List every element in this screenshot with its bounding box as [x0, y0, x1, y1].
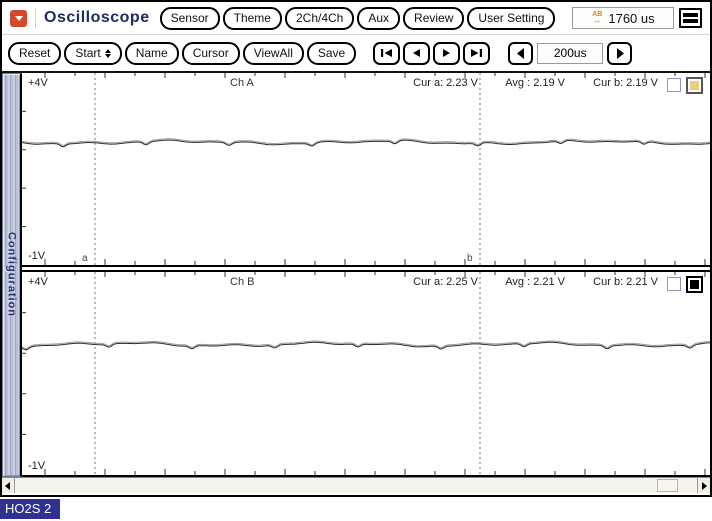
theme-button[interactable]: Theme — [223, 7, 282, 30]
step-forward-icon[interactable] — [433, 42, 460, 65]
channel-a-panel: +4V -1V Ch A Cur a: 2.23 V Avg : 2.19 V … — [22, 73, 710, 267]
timebase-value: 200us — [537, 43, 603, 64]
skip-start-icon[interactable] — [373, 42, 400, 65]
cursor-b-reading: Cur b: 2.19 V — [593, 77, 658, 89]
timebase-prev-icon[interactable] — [508, 42, 533, 65]
avg-reading: Avg : 2.19 V — [505, 77, 565, 89]
timebase-next-icon[interactable] — [607, 42, 632, 65]
viewall-button[interactable]: ViewAll — [243, 42, 304, 65]
y-min-label: -1V — [28, 250, 45, 262]
start-button[interactable]: Start — [64, 42, 121, 65]
scrollbar-track[interactable] — [15, 478, 697, 493]
channel-b-visibility-checkbox[interactable] — [667, 277, 681, 291]
user-setting-button[interactable]: User Setting — [467, 7, 555, 30]
signal-tag[interactable]: HO2S 2 — [0, 499, 60, 519]
oscilloscope-window: Oscilloscope Sensor Theme 2Ch/4Ch Aux Re… — [0, 0, 712, 497]
channel-a-visibility-checkbox[interactable] — [667, 78, 681, 92]
channel-a-color-indicator[interactable] — [686, 77, 703, 94]
scroll-left-icon[interactable] — [2, 478, 15, 493]
menu-icon[interactable] — [679, 8, 702, 28]
cursor-a-tag[interactable]: a — [82, 253, 88, 264]
reset-button[interactable]: Reset — [8, 42, 61, 65]
step-back-icon[interactable] — [403, 42, 430, 65]
playback-controls — [373, 42, 490, 65]
channel-b-panel: +4V -1V Ch B Cur a: 2.25 V Avg : 2.21 V … — [22, 270, 710, 477]
review-button[interactable]: Review — [403, 7, 464, 30]
channel-b-waveform-plot — [22, 272, 710, 475]
timebase-control: 200us — [508, 42, 632, 65]
avg-reading: Avg : 2.21 V — [505, 276, 565, 288]
cursor-b-reading: Cur b: 2.21 V — [593, 276, 658, 288]
control-toolbar: Reset Start Name Cursor ViewAll Save — [2, 35, 710, 71]
cursor-button[interactable]: Cursor — [182, 42, 240, 65]
channel-name: Ch B — [230, 276, 254, 288]
title-separator — [35, 8, 36, 28]
skip-end-icon[interactable] — [463, 42, 490, 65]
configuration-tab-label: Configuration — [6, 232, 18, 317]
channel-name: Ch A — [230, 77, 254, 89]
app-dropdown-icon[interactable] — [10, 10, 27, 27]
channel-a-waveform-plot — [22, 73, 710, 265]
sensor-button[interactable]: Sensor — [160, 7, 220, 30]
cursor-a-reading: Cur a: 2.25 V — [413, 276, 478, 288]
scroll-right-icon[interactable] — [697, 478, 710, 493]
cursor-a-reading: Cur a: 2.23 V — [413, 77, 478, 89]
title-bar: Oscilloscope Sensor Theme 2Ch/4Ch Aux Re… — [2, 2, 710, 35]
y-min-label: -1V — [28, 460, 45, 472]
horizontal-scrollbar[interactable] — [2, 477, 710, 493]
channel-b-color-indicator[interactable] — [686, 276, 703, 293]
aux-button[interactable]: Aux — [357, 7, 400, 30]
main-area: Configuration +4V -1V Ch A Cur a: 2.23 V… — [2, 71, 710, 477]
ab-time-display: AB ↔ 1760 us — [572, 7, 674, 29]
chart-stack: +4V -1V Ch A Cur a: 2.23 V Avg : 2.19 V … — [22, 73, 710, 477]
save-button[interactable]: Save — [307, 42, 356, 65]
channel-mode-button[interactable]: 2Ch/4Ch — [285, 7, 354, 30]
ab-time-value: 1760 us — [608, 11, 654, 26]
app-title: Oscilloscope — [44, 9, 150, 27]
scrollbar-thumb[interactable] — [657, 479, 678, 492]
cursor-b-tag[interactable]: b — [467, 253, 473, 264]
y-max-label: +4V — [28, 77, 48, 89]
configuration-tab[interactable]: Configuration — [2, 73, 22, 477]
name-button[interactable]: Name — [125, 42, 179, 65]
ab-interval-icon: AB ↔ — [592, 12, 602, 24]
y-max-label: +4V — [28, 276, 48, 288]
start-spinner-icon — [105, 49, 111, 58]
